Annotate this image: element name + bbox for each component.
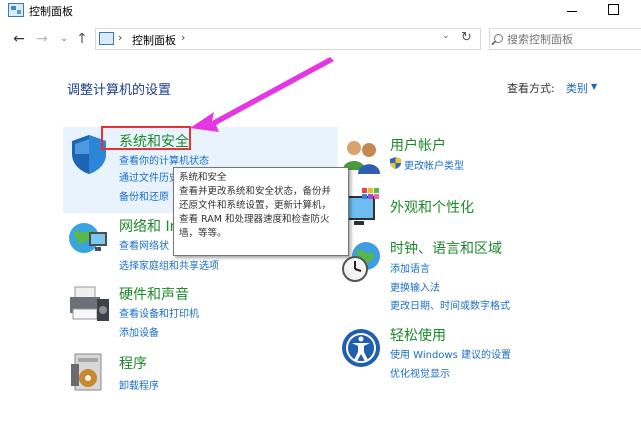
tooltip-line: 查看并更改系统和安全状态，备份并 (179, 186, 332, 197)
tooltip-line: 查看 RAM 和处理器速度和检查防火 (179, 214, 330, 225)
category-tooltip: 系统和安全 查看并更改系统和安全状态，备份并 还原文件和系统设置，更新计算机， … (173, 167, 349, 256)
tooltip-line: 还原文件和系统设置，更新计算机， (179, 200, 332, 211)
tooltip-line: 墙，等等。 (179, 228, 227, 239)
tooltip-title: 系统和安全 (179, 172, 227, 183)
